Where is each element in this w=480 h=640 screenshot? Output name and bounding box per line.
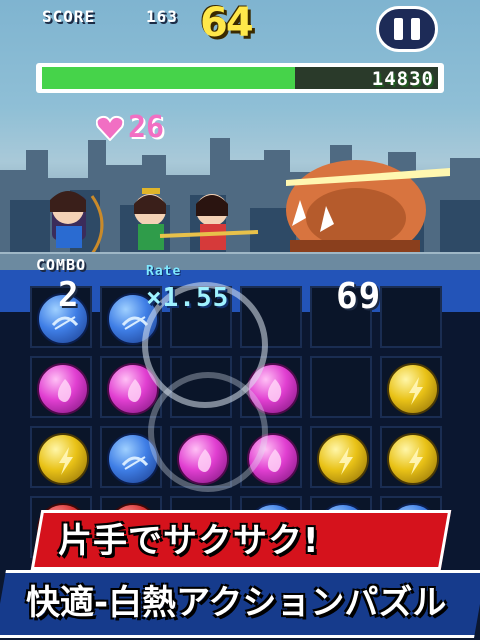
yellow-orb-icon xyxy=(409,447,423,475)
rate-label: Rate xyxy=(146,264,182,279)
heart-count: 26 xyxy=(128,110,165,145)
pink-orb-icon xyxy=(57,379,72,402)
damage-value: 69 xyxy=(336,276,382,317)
combo-value: 2 xyxy=(58,275,80,315)
touch-ring-trail xyxy=(148,372,268,492)
promo-tagline-1: 片手でサクサク! xyxy=(58,521,320,561)
pause-icon xyxy=(394,18,403,40)
board-cell[interactable] xyxy=(310,426,372,488)
yellow-orb-icon xyxy=(339,447,353,475)
pink-orb[interactable] xyxy=(37,363,89,415)
combo-label: COMBO xyxy=(36,256,87,274)
yellow-orb-icon xyxy=(409,377,423,405)
rate-value: ×1.55 xyxy=(146,283,230,313)
blue-orb-icon xyxy=(121,456,149,470)
yellow-orb[interactable] xyxy=(387,363,439,415)
score-label: SCORE xyxy=(42,7,96,26)
yellow-orb[interactable] xyxy=(317,433,369,485)
pink-orb-icon xyxy=(127,379,142,402)
enemy-hp-value: 14830 xyxy=(371,68,434,90)
heart-icon xyxy=(96,115,124,141)
score-value: 163 xyxy=(146,7,178,26)
board-cell[interactable] xyxy=(380,426,442,488)
heart-counter: 26 xyxy=(96,110,164,145)
timer: 64 xyxy=(200,0,254,46)
pink-orb-icon xyxy=(267,379,282,402)
yellow-orb[interactable] xyxy=(37,433,89,485)
pause-icon-bar xyxy=(411,18,420,40)
board-cell[interactable] xyxy=(30,356,92,418)
board-cell[interactable] xyxy=(30,426,92,488)
pause-button[interactable] xyxy=(376,6,438,52)
yellow-orb-icon xyxy=(59,447,73,475)
enemy-hp-fill xyxy=(42,67,295,89)
promo-tagline-2: 快適-白熱アクションパズル xyxy=(26,583,447,623)
board-cell[interactable] xyxy=(380,356,442,418)
yellow-orb[interactable] xyxy=(387,433,439,485)
board-cell[interactable] xyxy=(380,286,442,348)
board-cell[interactable] xyxy=(310,356,372,418)
